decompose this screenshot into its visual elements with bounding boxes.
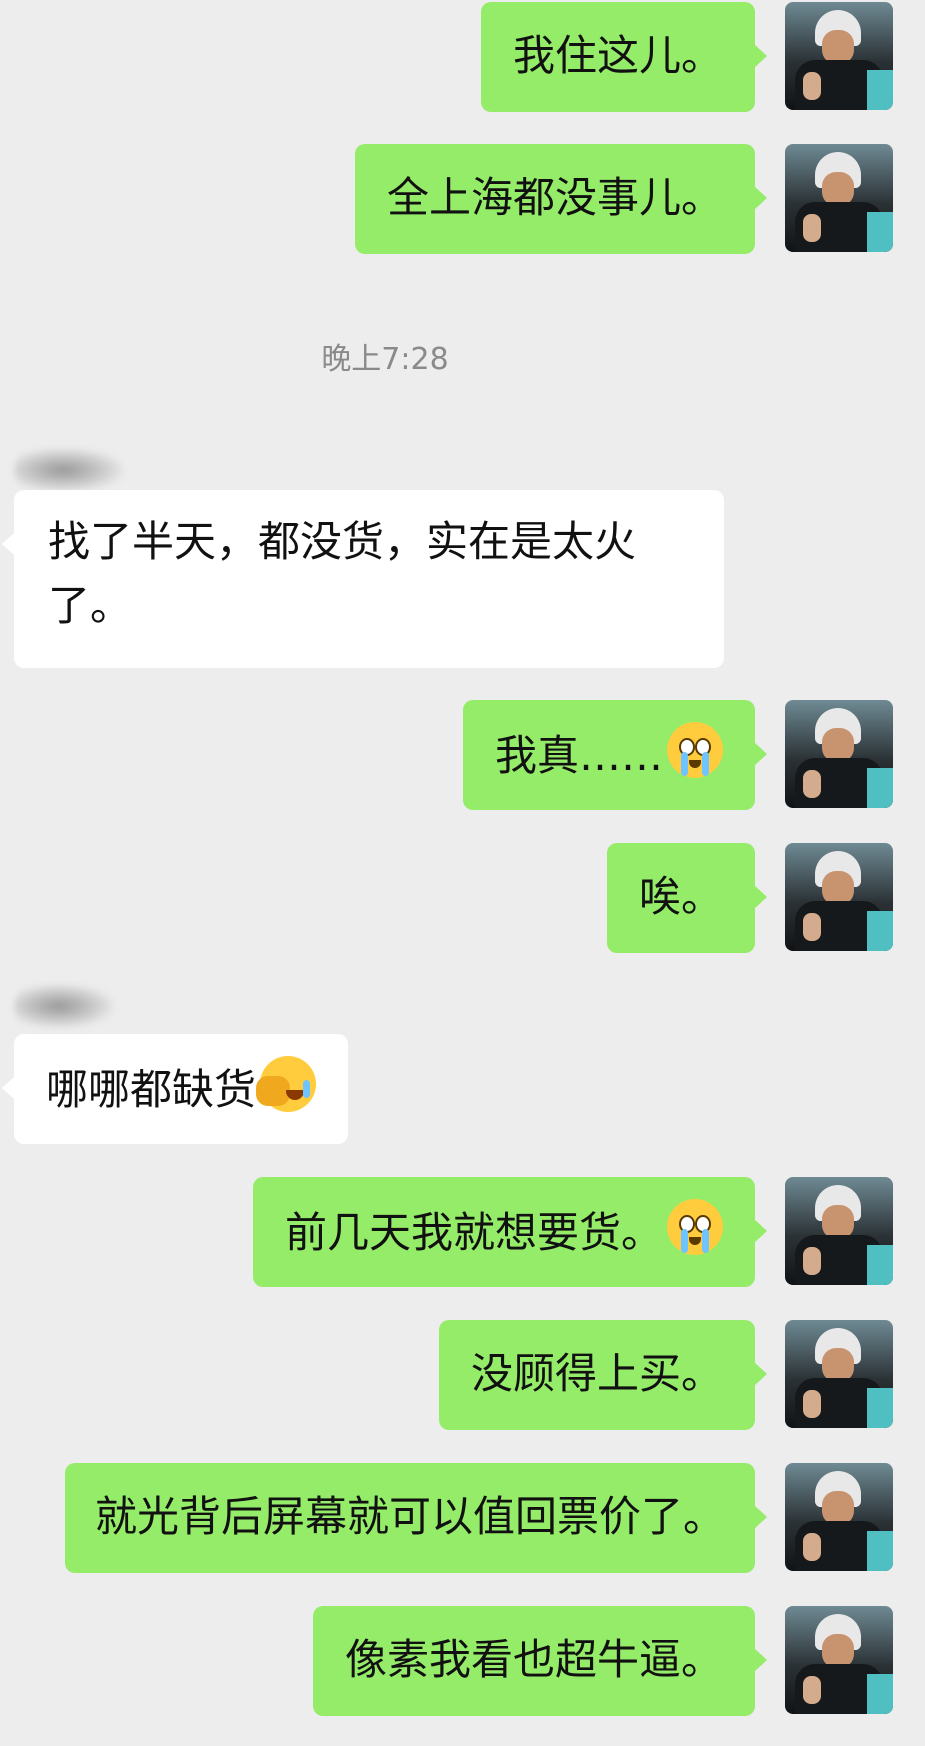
message-bubble-sent[interactable]: 全上海都没事儿。 (354, 144, 768, 254)
chat-message-list[interactable]: 我住这儿。 全上海都没事儿。 晚上7:28 找了半天，都没货，实在是太火了。 我… (0, 0, 925, 1746)
sender-name-blurred (14, 448, 124, 492)
message-text: 我真…… (494, 731, 663, 780)
crying-face-emoji (667, 722, 723, 778)
my-avatar[interactable] (785, 2, 893, 110)
message-bubble-sent[interactable]: 像素我看也超牛逼。 (312, 1606, 768, 1716)
message-text: 就光背后屏幕就可以值回票价了。 (94, 1492, 725, 1541)
message-text: 前几天我就想要货。 (284, 1208, 663, 1257)
message-timestamp: 晚上7:28 (321, 342, 449, 377)
message-bubble-received[interactable]: 找了半天，都没货，实在是太火了。 (2, 490, 724, 668)
message-text: 没顾得上买。 (470, 1349, 723, 1398)
message-bubble-sent[interactable]: 就光背后屏幕就可以值回票价了。 (64, 1463, 768, 1573)
message-bubble-sent[interactable]: 没顾得上买。 (438, 1320, 768, 1430)
message-bubble-sent[interactable]: 我住这儿。 (480, 2, 768, 112)
message-text: 找了半天，都没货，实在是太火了。 (48, 517, 637, 630)
message-bubble-sent[interactable]: 唉。 (606, 843, 768, 953)
message-text: 我住这儿。 (512, 31, 723, 80)
my-avatar[interactable] (785, 1320, 893, 1428)
my-avatar[interactable] (785, 144, 893, 252)
my-avatar[interactable] (785, 1463, 893, 1571)
message-text: 全上海都没事儿。 (386, 173, 723, 222)
message-bubble-sent[interactable]: 前几天我就想要货。 (252, 1177, 768, 1287)
facepalm-emoji (256, 1056, 317, 1112)
sender-name-blurred (14, 984, 114, 1028)
message-text: 哪哪都缺货 (46, 1065, 257, 1114)
message-text: 像素我看也超牛逼。 (344, 1635, 723, 1684)
my-avatar[interactable] (785, 1177, 893, 1285)
my-avatar[interactable] (785, 843, 893, 951)
message-bubble-sent[interactable]: 我真…… (462, 700, 768, 810)
crying-face-emoji (667, 1199, 723, 1255)
message-text: 唉。 (638, 872, 723, 921)
my-avatar[interactable] (785, 1606, 893, 1714)
my-avatar[interactable] (785, 700, 893, 808)
message-bubble-received[interactable]: 哪哪都缺货 (1, 1034, 349, 1144)
